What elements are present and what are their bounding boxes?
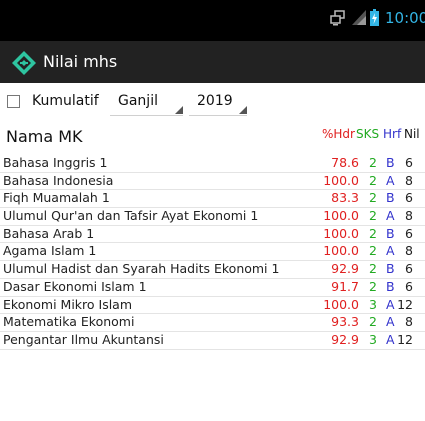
course-name: Fiqh Muamalah 1 [3, 190, 110, 206]
sks-value: 3 [369, 331, 377, 347]
grade-letter: A [386, 314, 395, 330]
course-name: Dasar Ekonomi Islam 1 [3, 278, 147, 294]
table-row[interactable]: Bahasa Arab 1 100.0 2 B 6 [0, 226, 425, 244]
attendance-percent: 100.0 [323, 225, 359, 241]
attendance-percent: 91.7 [331, 278, 359, 294]
table-row[interactable]: Agama Islam 1 100.0 2 A 8 [0, 243, 425, 262]
course-name: Bahasa Indonesia [3, 172, 114, 188]
battery-charging-icon [370, 9, 379, 26]
signal-icon [352, 10, 366, 25]
attendance-percent: 100.0 [323, 208, 359, 224]
course-name: Bahasa Arab 1 [3, 225, 95, 241]
app-logo-icon [12, 51, 36, 75]
table-row[interactable]: Ulumul Hadist dan Syarah Hadits Ekonomi … [0, 261, 425, 279]
attendance-percent: 100.0 [323, 296, 359, 312]
semester-spinner[interactable]: Ganjil [110, 90, 183, 116]
app-title: Nilai mhs [43, 52, 118, 71]
table-row[interactable]: Pengantar Ilmu Akuntansi 92.9 3 A 12 [0, 332, 425, 350]
status-bar: 10:00 [0, 0, 425, 41]
semester-value: Ganjil [118, 93, 158, 109]
table-row[interactable]: Ekonomi Mikro Islam 100.0 3 A 12 [0, 297, 425, 315]
action-bar: Nilai mhs [0, 41, 425, 83]
column-header-sks: SKS [356, 127, 380, 141]
clock-text: 10:00 [385, 9, 425, 27]
table-row[interactable]: Bahasa Inggris 1 78.6 2 B 6 [0, 155, 425, 173]
course-name: Pengantar Ilmu Akuntansi [3, 331, 164, 347]
course-name: Ekonomi Mikro Islam [3, 296, 133, 312]
dropdown-arrow-icon [175, 106, 183, 114]
sks-value: 2 [369, 208, 377, 224]
grade-value: 8 [405, 243, 413, 259]
grade-letter: A [386, 296, 395, 312]
grade-value: 6 [405, 225, 413, 241]
grade-value: 6 [405, 155, 413, 170]
sks-value: 2 [369, 155, 377, 170]
course-name: Ulumul Qur'an dan Tafsir Ayat Ekonomi 1 [3, 208, 259, 224]
sks-value: 2 [369, 190, 377, 206]
network-icon [330, 10, 345, 26]
year-value: 2019 [197, 93, 233, 109]
sks-value: 2 [369, 225, 377, 241]
attendance-percent: 83.3 [331, 190, 359, 206]
sks-value: 2 [369, 261, 377, 277]
grade-letter: B [386, 225, 395, 241]
grade-letter: A [386, 243, 395, 259]
sks-value: 2 [369, 243, 377, 259]
table-row[interactable]: Ulumul Qur'an dan Tafsir Ayat Ekonomi 1 … [0, 208, 425, 226]
attendance-percent: 78.6 [331, 155, 359, 170]
grade-letter: A [386, 208, 395, 224]
table-row[interactable]: Bahasa Indonesia 100.0 2 A 8 [0, 173, 425, 191]
grade-letter: A [386, 172, 395, 188]
sks-value: 3 [369, 296, 377, 312]
grade-value: 12 [397, 331, 413, 347]
kumulatif-label[interactable]: Kumulatif [32, 92, 99, 110]
filter-row: Kumulatif Ganjil 2019 [0, 88, 425, 118]
table-row[interactable]: Matematika Ekonomi 93.3 2 A 8 [0, 314, 425, 332]
attendance-percent: 93.3 [331, 314, 359, 330]
sks-value: 2 [369, 172, 377, 188]
grade-value: 8 [405, 208, 413, 224]
course-list: Bahasa Inggris 1 78.6 2 B 6 Bahasa Indon… [0, 155, 425, 350]
column-header-grade-value: Nil [404, 127, 420, 141]
column-header-grade-letter: Hrf [383, 127, 402, 141]
attendance-percent: 92.9 [331, 331, 359, 347]
attendance-percent: 92.9 [331, 261, 359, 277]
table-row[interactable]: Dasar Ekonomi Islam 1 91.7 2 B 6 [0, 279, 425, 297]
table-row[interactable]: Fiqh Muamalah 1 83.3 2 B 6 [0, 190, 425, 209]
grade-letter: B [386, 155, 395, 170]
course-name: Agama Islam 1 [3, 243, 97, 259]
kumulatif-checkbox[interactable] [7, 95, 20, 108]
grade-value: 6 [405, 190, 413, 206]
grade-letter: A [386, 331, 395, 347]
dropdown-arrow-icon [239, 106, 247, 114]
grade-value: 12 [397, 296, 413, 312]
course-name: Bahasa Inggris 1 [3, 155, 108, 170]
grade-letter: B [386, 190, 395, 206]
course-name: Matematika Ekonomi [3, 314, 135, 330]
grade-value: 8 [405, 172, 413, 188]
sks-value: 2 [369, 314, 377, 330]
grade-value: 6 [405, 261, 413, 277]
sks-value: 2 [369, 278, 377, 294]
grade-value: 8 [405, 314, 413, 330]
grade-letter: B [386, 278, 395, 294]
attendance-percent: 100.0 [323, 243, 359, 259]
column-header-name: Nama MK [6, 127, 83, 146]
grade-value: 6 [405, 278, 413, 294]
attendance-percent: 100.0 [323, 172, 359, 188]
year-spinner[interactable]: 2019 [189, 90, 247, 116]
column-header-attendance: %Hdr [322, 127, 355, 141]
course-name: Ulumul Hadist dan Syarah Hadits Ekonomi … [3, 261, 280, 277]
grade-letter: B [386, 261, 395, 277]
